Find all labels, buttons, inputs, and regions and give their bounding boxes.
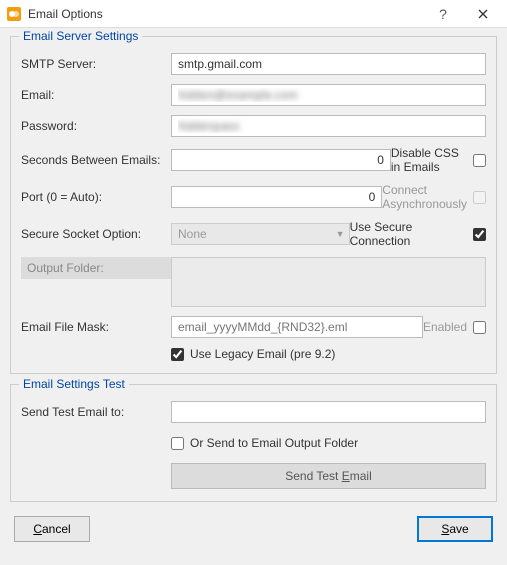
or-folder-checkbox[interactable] xyxy=(171,437,184,450)
seconds-input[interactable] xyxy=(171,149,391,171)
group-legend-server: Email Server Settings xyxy=(19,29,142,43)
close-button[interactable] xyxy=(463,0,503,28)
connect-async-label: Connect Asynchronously xyxy=(382,183,467,211)
send-test-email-button[interactable]: Send Test Email xyxy=(171,463,486,489)
port-label: Port (0 = Auto): xyxy=(21,190,171,204)
sendto-label: Send Test Email to: xyxy=(21,405,171,419)
disable-css-label: Disable CSS in Emails xyxy=(391,146,467,174)
connect-async-checkbox[interactable] xyxy=(473,191,486,204)
disable-css-checkbox[interactable] xyxy=(473,154,486,167)
help-button[interactable]: ? xyxy=(423,0,463,28)
app-icon xyxy=(6,6,22,22)
output-folder-label: Output Folder: xyxy=(21,257,171,279)
email-settings-test-group: Email Settings Test Send Test Email to: … xyxy=(10,384,497,502)
smtp-label: SMTP Server: xyxy=(21,57,171,71)
email-server-settings-group: Email Server Settings SMTP Server: Email… xyxy=(10,36,497,374)
email-label: Email: xyxy=(21,88,171,102)
mask-enabled-checkbox[interactable] xyxy=(473,321,486,334)
use-legacy-checkbox[interactable] xyxy=(171,348,184,361)
mask-enabled-label: Enabled xyxy=(423,320,467,334)
password-input[interactable] xyxy=(171,115,486,137)
use-legacy-label: Use Legacy Email (pre 9.2) xyxy=(190,347,335,361)
smtp-input[interactable] xyxy=(171,53,486,75)
output-folder-input[interactable] xyxy=(171,257,486,307)
or-folder-label: Or Send to Email Output Folder xyxy=(190,436,358,450)
secure-option-value: None xyxy=(178,227,207,241)
window-title: Email Options xyxy=(28,7,423,21)
save-button[interactable]: Save xyxy=(417,516,493,542)
file-mask-input[interactable] xyxy=(171,316,423,338)
cancel-button[interactable]: Cancel xyxy=(14,516,90,542)
group-legend-test: Email Settings Test xyxy=(19,377,129,391)
use-secure-label: Use Secure Connection xyxy=(350,220,467,248)
port-input[interactable] xyxy=(171,186,382,208)
secure-option-select[interactable]: None ▼ xyxy=(171,223,350,245)
file-mask-label: Email File Mask: xyxy=(21,320,171,334)
use-secure-checkbox[interactable] xyxy=(473,228,486,241)
password-label: Password: xyxy=(21,119,171,133)
seconds-label: Seconds Between Emails: xyxy=(21,153,171,167)
email-input[interactable] xyxy=(171,84,486,106)
secure-option-label: Secure Socket Option: xyxy=(21,227,171,241)
chevron-down-icon: ▼ xyxy=(336,229,345,239)
sendto-input[interactable] xyxy=(171,401,486,423)
